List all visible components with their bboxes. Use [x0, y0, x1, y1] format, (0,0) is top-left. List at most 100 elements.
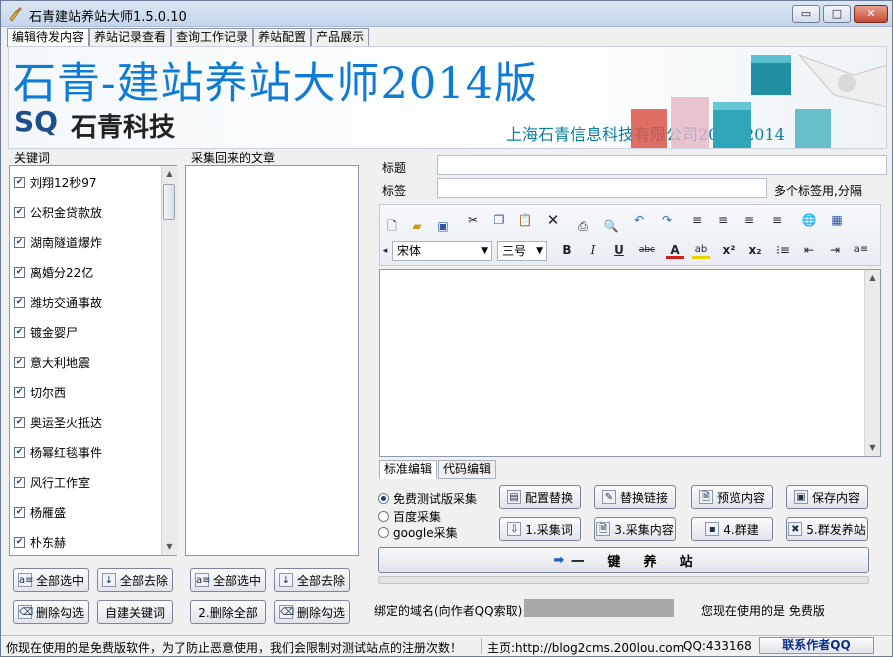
- save-icon[interactable]: ▣: [434, 217, 452, 235]
- print-preview-icon[interactable]: 🔍: [602, 217, 620, 235]
- font-color-icon[interactable]: A: [666, 241, 684, 259]
- delete-icon[interactable]: ✕: [544, 211, 562, 229]
- radio-free-collect[interactable]: 免费测试版采集: [378, 490, 477, 506]
- editor-scrollbar[interactable]: ▲ ▼: [864, 270, 880, 456]
- step5-group-publish-button[interactable]: ✖ 5.群发养站: [786, 517, 868, 541]
- checkbox-checked-icon[interactable]: ✔: [14, 386, 25, 398]
- config-replace-button[interactable]: ▤ 配置替换: [499, 485, 581, 509]
- articles-delete-all-button[interactable]: 2.删除全部: [190, 600, 266, 624]
- keywords-delete-checked-button[interactable]: ⌫ 删除勾选: [13, 600, 89, 624]
- tab-standard-edit[interactable]: 标准编辑: [379, 460, 438, 479]
- justify-icon[interactable]: ≡: [768, 211, 786, 229]
- font-family-select[interactable]: 宋体 ▼: [392, 241, 492, 261]
- checkbox-checked-icon[interactable]: ✔: [14, 506, 25, 518]
- checkbox-checked-icon[interactable]: ✔: [14, 446, 25, 458]
- keyword-item[interactable]: ✔ 风行工作室: [14, 474, 90, 490]
- open-folder-icon[interactable]: ▰: [408, 217, 426, 235]
- radio-icon[interactable]: [378, 526, 389, 538]
- checkbox-checked-icon[interactable]: ✔: [14, 176, 25, 188]
- radio-google-collect[interactable]: google采集: [378, 524, 458, 540]
- select-all-text-icon[interactable]: a≡: [852, 241, 870, 259]
- scroll-thumb[interactable]: [163, 184, 175, 220]
- tab-site-log[interactable]: 养站记录查看: [89, 28, 172, 46]
- checkbox-checked-icon[interactable]: ✔: [14, 326, 25, 338]
- keyword-item[interactable]: ✔ 镀金婴尸: [14, 324, 78, 340]
- strikethrough-icon[interactable]: abc: [638, 241, 656, 259]
- minimize-button[interactable]: ▭: [792, 5, 820, 23]
- keyword-item[interactable]: ✔ 公积金贷款放: [14, 204, 102, 220]
- superscript-icon[interactable]: x²: [720, 241, 738, 259]
- tab-work-log[interactable]: 查询工作记录: [171, 28, 254, 46]
- radio-baidu-collect[interactable]: 百度采集: [378, 508, 441, 524]
- tab-products[interactable]: 产品展示: [311, 28, 370, 46]
- checkbox-checked-icon[interactable]: ✔: [14, 476, 25, 488]
- keywords-scrollbar[interactable]: ▲ ▼: [161, 166, 177, 555]
- scroll-up-icon[interactable]: ▲: [162, 166, 177, 182]
- close-button[interactable]: ✕: [854, 5, 888, 23]
- keyword-item[interactable]: ✔ 杨幂红毯事件: [14, 444, 102, 460]
- keyword-item[interactable]: ✔ 刘翔12秒97: [14, 174, 97, 190]
- font-size-select[interactable]: 三号 ▼: [497, 241, 547, 261]
- scroll-up-icon[interactable]: ▲: [865, 270, 880, 286]
- italic-icon[interactable]: I: [584, 241, 602, 259]
- tab-edit-content[interactable]: 编辑待发内容: [7, 28, 90, 47]
- outdent-icon[interactable]: ⇤: [800, 241, 818, 259]
- articles-delete-checked-button[interactable]: ⌫ 删除勾选: [274, 600, 350, 624]
- checkbox-checked-icon[interactable]: ✔: [14, 206, 25, 218]
- align-right-icon[interactable]: ≡: [740, 211, 758, 229]
- keyword-item[interactable]: ✔ 湖南隧道爆炸: [14, 234, 102, 250]
- keyword-item[interactable]: ✔ 潍坊交通事故: [14, 294, 102, 310]
- indent-icon[interactable]: ⇥: [826, 241, 844, 259]
- keywords-select-all-button[interactable]: a≡ 全部选中: [13, 568, 89, 592]
- keyword-item[interactable]: ✔ 杨雁盛: [14, 504, 66, 520]
- underline-icon[interactable]: U: [610, 241, 628, 259]
- checkbox-checked-icon[interactable]: ✔: [14, 236, 25, 248]
- articles-list[interactable]: [185, 165, 359, 556]
- radio-selected-icon[interactable]: [378, 492, 389, 504]
- one-click-maintain-button[interactable]: ➡ 一 键 养 站: [378, 547, 869, 573]
- paste-icon[interactable]: 📋: [516, 211, 534, 229]
- undo-icon[interactable]: ↶: [630, 211, 648, 229]
- articles-select-all-button[interactable]: a≡ 全部选中: [190, 568, 266, 592]
- tab-code-edit[interactable]: 代码编辑: [438, 460, 497, 479]
- keyword-item[interactable]: ✔ 切尔西: [14, 384, 66, 400]
- articles-deselect-all-button[interactable]: ↓ 全部去除: [274, 568, 350, 592]
- bold-icon[interactable]: B: [558, 241, 576, 259]
- cut-icon[interactable]: ✂: [464, 211, 482, 229]
- new-document-icon[interactable]: 🗋: [383, 217, 401, 235]
- scroll-down-icon[interactable]: ▼: [865, 440, 880, 456]
- keyword-item[interactable]: ✔ 离婚分22亿: [14, 264, 93, 280]
- step3-collect-content-button[interactable]: 🗎 3.采集内容: [594, 517, 676, 541]
- keywords-deselect-all-button[interactable]: ↓ 全部去除: [97, 568, 173, 592]
- step4-group-build-button[interactable]: ▪ 4.群建: [691, 517, 773, 541]
- title-input[interactable]: [437, 155, 887, 175]
- checkbox-checked-icon[interactable]: ✔: [14, 536, 25, 548]
- contact-author-button[interactable]: 联系作者QQ: [759, 637, 874, 654]
- save-content-button[interactable]: ▣ 保存内容: [786, 485, 868, 509]
- replace-links-button[interactable]: ✎ 替换链接: [594, 485, 676, 509]
- keyword-item[interactable]: ✔ 奥运圣火抵达: [14, 414, 102, 430]
- step1-collect-keywords-button[interactable]: ⇩ 1.采集词: [499, 517, 581, 541]
- checkbox-checked-icon[interactable]: ✔: [14, 356, 25, 368]
- ordered-list-icon[interactable]: ⁝≡: [774, 241, 792, 259]
- tab-site-config[interactable]: 养站配置: [253, 28, 312, 46]
- link-icon[interactable]: 🌐: [800, 211, 818, 229]
- custom-keywords-button[interactable]: 自建关键词: [97, 600, 173, 624]
- subscript-icon[interactable]: x₂: [746, 241, 764, 259]
- checkbox-checked-icon[interactable]: ✔: [14, 416, 25, 428]
- scroll-down-icon[interactable]: ▼: [162, 539, 177, 555]
- redo-icon[interactable]: ↷: [658, 211, 676, 229]
- print-icon[interactable]: ⎙: [574, 217, 592, 235]
- content-editor[interactable]: ▲ ▼: [379, 269, 881, 457]
- table-icon[interactable]: ▦: [828, 211, 846, 229]
- highlight-icon[interactable]: ab: [692, 241, 710, 259]
- align-left-icon[interactable]: ≡: [688, 211, 706, 229]
- keyword-item[interactable]: ✔ 朴东赫: [14, 534, 66, 550]
- checkbox-checked-icon[interactable]: ✔: [14, 296, 25, 308]
- maximize-button[interactable]: □: [823, 5, 851, 23]
- preview-button[interactable]: 🗎 预览内容: [691, 485, 773, 509]
- checkbox-checked-icon[interactable]: ✔: [14, 266, 25, 278]
- align-center-icon[interactable]: ≡: [714, 211, 732, 229]
- radio-icon[interactable]: [378, 510, 389, 522]
- keyword-item[interactable]: ✔ 意大利地震: [14, 354, 90, 370]
